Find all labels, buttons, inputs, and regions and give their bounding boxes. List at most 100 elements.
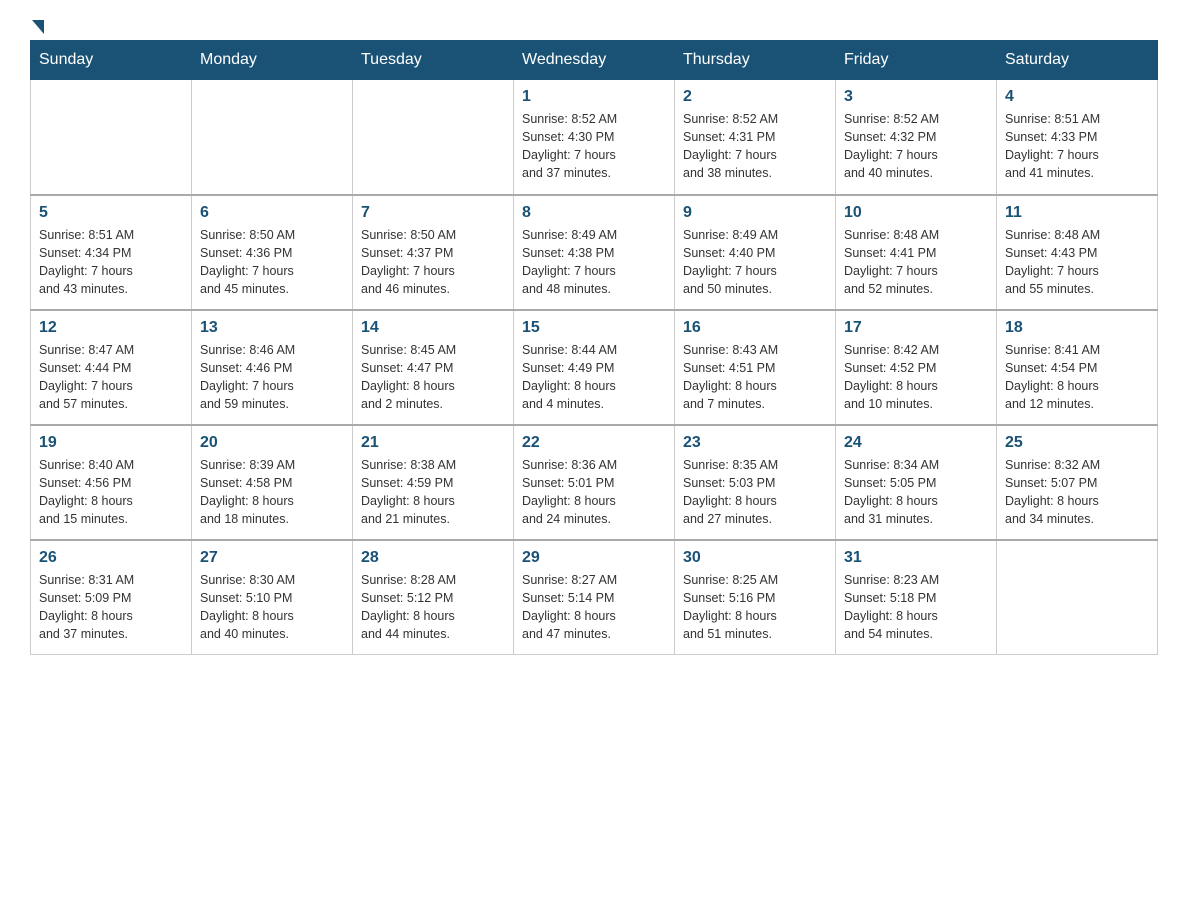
calendar-week-row: 12 Sunrise: 8:47 AM Sunset: 4:44 PM Dayli… — [31, 310, 1158, 425]
day-number: 7 — [361, 204, 505, 222]
day-info: Sunrise: 8:25 AM Sunset: 5:16 PM Dayligh… — [683, 571, 827, 644]
calendar-week-row: 19 Sunrise: 8:40 AM Sunset: 4:56 PM Dayli… — [31, 425, 1158, 540]
calendar-cell: 31Sunrise: 8:23 AM Sunset: 5:18 PM Dayli… — [836, 540, 997, 655]
day-info: Sunrise: 8:32 AM Sunset: 5:07 PM Dayligh… — [1005, 456, 1149, 529]
day-info: Sunrise: 8:46 AM Sunset: 4:46 PM Dayligh… — [200, 341, 344, 414]
day-number: 16 — [683, 319, 827, 337]
calendar-cell: 7Sunrise: 8:50 AM Sunset: 4:37 PM Daylig… — [353, 195, 514, 310]
day-info: Sunrise: 8:49 AM Sunset: 4:40 PM Dayligh… — [683, 226, 827, 299]
day-info: Sunrise: 8:52 AM Sunset: 4:32 PM Dayligh… — [844, 110, 988, 183]
day-number: 23 — [683, 434, 827, 452]
day-info: Sunrise: 8:30 AM Sunset: 5:10 PM Dayligh… — [200, 571, 344, 644]
day-info: Sunrise: 8:51 AM Sunset: 4:33 PM Dayligh… — [1005, 110, 1149, 183]
day-info: Sunrise: 8:51 AM Sunset: 4:34 PM Dayligh… — [39, 226, 183, 299]
calendar-cell: 9 Sunrise: 8:49 AM Sunset: 4:40 PM Daylig… — [675, 195, 836, 310]
day-number: 25 — [1005, 434, 1149, 452]
day-info: Sunrise: 8:49 AM Sunset: 4:38 PM Dayligh… — [522, 226, 666, 299]
day-number: 2 — [683, 88, 827, 106]
calendar-cell: 25 Sunrise: 8:32 AM Sunset: 5:07 PM Dayli… — [997, 425, 1158, 540]
day-info: Sunrise: 8:44 AM Sunset: 4:49 PM Dayligh… — [522, 341, 666, 414]
day-info: Sunrise: 8:43 AM Sunset: 4:51 PM Dayligh… — [683, 341, 827, 414]
calendar-cell: 16 Sunrise: 8:43 AM Sunset: 4:51 PM Dayli… — [675, 310, 836, 425]
calendar-cell: 26 Sunrise: 8:31 AM Sunset: 5:09 PM Dayli… — [31, 540, 192, 655]
column-header-sunday: Sunday — [31, 41, 192, 80]
calendar-cell: 3 Sunrise: 8:52 AM Sunset: 4:32 PM Daylig… — [836, 80, 997, 195]
column-header-wednesday: Wednesday — [514, 41, 675, 80]
day-info: Sunrise: 8:31 AM Sunset: 5:09 PM Dayligh… — [39, 571, 183, 644]
day-number: 28 — [361, 549, 505, 567]
page-header — [30, 20, 1158, 30]
calendar-cell: 21 Sunrise: 8:38 AM Sunset: 4:59 PM Dayli… — [353, 425, 514, 540]
day-number: 10 — [844, 204, 988, 222]
calendar-cell — [192, 80, 353, 195]
calendar-cell: 14 Sunrise: 8:45 AM Sunset: 4:47 PM Dayli… — [353, 310, 514, 425]
day-number: 8 — [522, 204, 666, 222]
calendar-cell: 17Sunrise: 8:42 AM Sunset: 4:52 PM Dayli… — [836, 310, 997, 425]
day-number: 3 — [844, 88, 988, 106]
calendar-cell: 30 Sunrise: 8:25 AM Sunset: 5:16 PM Dayli… — [675, 540, 836, 655]
day-number: 12 — [39, 319, 183, 337]
column-header-friday: Friday — [836, 41, 997, 80]
calendar-cell: 24Sunrise: 8:34 AM Sunset: 5:05 PM Dayli… — [836, 425, 997, 540]
day-number: 4 — [1005, 88, 1149, 106]
day-info: Sunrise: 8:48 AM Sunset: 4:41 PM Dayligh… — [844, 226, 988, 299]
column-header-monday: Monday — [192, 41, 353, 80]
calendar-cell: 4 Sunrise: 8:51 AM Sunset: 4:33 PM Daylig… — [997, 80, 1158, 195]
day-number: 9 — [683, 204, 827, 222]
calendar-cell: 6Sunrise: 8:50 AM Sunset: 4:36 PM Daylig… — [192, 195, 353, 310]
day-number: 5 — [39, 204, 183, 222]
calendar-cell: 28Sunrise: 8:28 AM Sunset: 5:12 PM Dayli… — [353, 540, 514, 655]
day-number: 15 — [522, 319, 666, 337]
day-number: 22 — [522, 434, 666, 452]
day-info: Sunrise: 8:52 AM Sunset: 4:30 PM Dayligh… — [522, 110, 666, 183]
calendar-cell — [31, 80, 192, 195]
day-number: 13 — [200, 319, 344, 337]
calendar-cell: 13 Sunrise: 8:46 AM Sunset: 4:46 PM Dayli… — [192, 310, 353, 425]
day-info: Sunrise: 8:50 AM Sunset: 4:36 PM Dayligh… — [200, 226, 344, 299]
calendar-cell: 1 Sunrise: 8:52 AM Sunset: 4:30 PM Daylig… — [514, 80, 675, 195]
calendar-week-row: 5 Sunrise: 8:51 AM Sunset: 4:34 PM Daylig… — [31, 195, 1158, 310]
day-info: Sunrise: 8:45 AM Sunset: 4:47 PM Dayligh… — [361, 341, 505, 414]
day-info: Sunrise: 8:27 AM Sunset: 5:14 PM Dayligh… — [522, 571, 666, 644]
day-number: 21 — [361, 434, 505, 452]
day-info: Sunrise: 8:38 AM Sunset: 4:59 PM Dayligh… — [361, 456, 505, 529]
day-number: 17 — [844, 319, 988, 337]
calendar-cell: 12 Sunrise: 8:47 AM Sunset: 4:44 PM Dayli… — [31, 310, 192, 425]
day-number: 19 — [39, 434, 183, 452]
calendar-cell: 5 Sunrise: 8:51 AM Sunset: 4:34 PM Daylig… — [31, 195, 192, 310]
day-number: 1 — [522, 88, 666, 106]
day-number: 30 — [683, 549, 827, 567]
day-info: Sunrise: 8:41 AM Sunset: 4:54 PM Dayligh… — [1005, 341, 1149, 414]
column-header-saturday: Saturday — [997, 41, 1158, 80]
calendar-cell: 23 Sunrise: 8:35 AM Sunset: 5:03 PM Dayli… — [675, 425, 836, 540]
day-number: 20 — [200, 434, 344, 452]
day-info: Sunrise: 8:48 AM Sunset: 4:43 PM Dayligh… — [1005, 226, 1149, 299]
calendar-week-row: 1 Sunrise: 8:52 AM Sunset: 4:30 PM Daylig… — [31, 80, 1158, 195]
calendar-cell: 2 Sunrise: 8:52 AM Sunset: 4:31 PM Daylig… — [675, 80, 836, 195]
calendar-cell: 8 Sunrise: 8:49 AM Sunset: 4:38 PM Daylig… — [514, 195, 675, 310]
day-number: 14 — [361, 319, 505, 337]
calendar-cell: 10 Sunrise: 8:48 AM Sunset: 4:41 PM Dayli… — [836, 195, 997, 310]
day-number: 11 — [1005, 204, 1149, 222]
day-number: 29 — [522, 549, 666, 567]
calendar-cell: 15 Sunrise: 8:44 AM Sunset: 4:49 PM Dayli… — [514, 310, 675, 425]
day-info: Sunrise: 8:23 AM Sunset: 5:18 PM Dayligh… — [844, 571, 988, 644]
calendar-cell: 20Sunrise: 8:39 AM Sunset: 4:58 PM Dayli… — [192, 425, 353, 540]
calendar-cell: 27Sunrise: 8:30 AM Sunset: 5:10 PM Dayli… — [192, 540, 353, 655]
calendar-cell: 18 Sunrise: 8:41 AM Sunset: 4:54 PM Dayli… — [997, 310, 1158, 425]
day-info: Sunrise: 8:36 AM Sunset: 5:01 PM Dayligh… — [522, 456, 666, 529]
column-header-thursday: Thursday — [675, 41, 836, 80]
calendar-cell: 19 Sunrise: 8:40 AM Sunset: 4:56 PM Dayli… — [31, 425, 192, 540]
day-number: 18 — [1005, 319, 1149, 337]
day-info: Sunrise: 8:47 AM Sunset: 4:44 PM Dayligh… — [39, 341, 183, 414]
day-info: Sunrise: 8:35 AM Sunset: 5:03 PM Dayligh… — [683, 456, 827, 529]
calendar-cell — [353, 80, 514, 195]
calendar-cell: 11 Sunrise: 8:48 AM Sunset: 4:43 PM Dayli… — [997, 195, 1158, 310]
calendar-cell: 29 Sunrise: 8:27 AM Sunset: 5:14 PM Dayli… — [514, 540, 675, 655]
day-number: 26 — [39, 549, 183, 567]
day-info: Sunrise: 8:40 AM Sunset: 4:56 PM Dayligh… — [39, 456, 183, 529]
calendar-table: SundayMondayTuesdayWednesdayThursdayFrid… — [30, 40, 1158, 655]
calendar-cell: 22 Sunrise: 8:36 AM Sunset: 5:01 PM Dayli… — [514, 425, 675, 540]
day-info: Sunrise: 8:52 AM Sunset: 4:31 PM Dayligh… — [683, 110, 827, 183]
logo-triangle-icon — [32, 20, 44, 34]
